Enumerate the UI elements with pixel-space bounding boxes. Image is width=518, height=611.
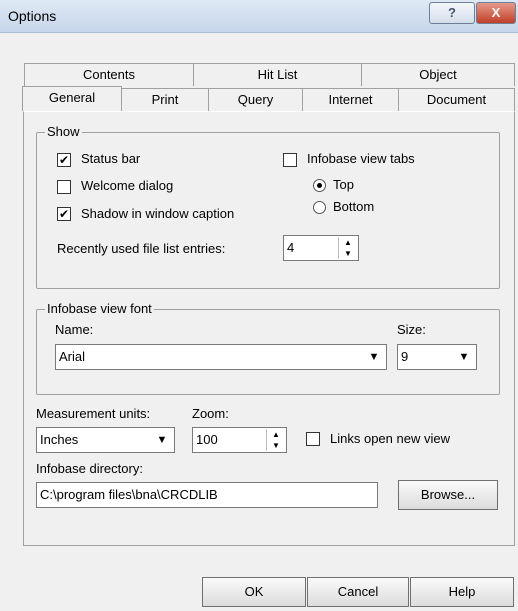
- font-name-label: Name:: [55, 322, 94, 337]
- tab-document[interactable]: Document: [398, 88, 515, 111]
- help-icon[interactable]: ?: [429, 2, 475, 24]
- close-icon[interactable]: X: [476, 2, 516, 24]
- tab-query[interactable]: Query: [208, 88, 303, 111]
- zoom-value: 100: [196, 432, 218, 447]
- chevron-down-icon[interactable]: ▼: [364, 347, 384, 367]
- font-size-dropdown[interactable]: 9 ▼: [397, 344, 477, 370]
- help-button[interactable]: Help: [410, 577, 514, 607]
- zoom-spinner[interactable]: 100 ▲ ▼: [192, 427, 287, 453]
- font-size-label: Size:: [397, 322, 426, 337]
- font-name-value: Arial: [59, 349, 86, 364]
- spin-down-icon[interactable]: ▼: [267, 440, 285, 451]
- chevron-down-icon[interactable]: ▼: [454, 347, 474, 367]
- status-bar-checkbox[interactable]: ✔: [57, 153, 71, 167]
- zoom-label: Zoom:: [192, 406, 229, 421]
- recent-files-label: Recently used file list entries:: [57, 241, 226, 256]
- bottom-radio-label: Bottom: [333, 199, 375, 214]
- radio-selected-dot: [317, 183, 322, 188]
- font-legend: Infobase view font: [45, 301, 154, 316]
- tab-print[interactable]: Print: [121, 88, 209, 111]
- tab-internet[interactable]: Internet: [302, 88, 399, 111]
- shadow-label: Shadow in window caption: [81, 206, 235, 221]
- font-size-value: 9: [401, 349, 409, 364]
- show-group: Show ✔ Status bar Welcome dialog ✔ Shado…: [36, 124, 500, 289]
- tab-object[interactable]: Object: [361, 63, 515, 86]
- tab-hit-list[interactable]: Hit List: [193, 63, 362, 86]
- directory-value: C:\program files\bna\CRCDLIB: [40, 487, 218, 502]
- chevron-down-icon[interactable]: ▼: [152, 430, 172, 450]
- bottom-radio[interactable]: [313, 201, 326, 214]
- links-new-view-checkbox[interactable]: [306, 432, 320, 446]
- units-label: Measurement units:: [36, 406, 151, 421]
- directory-input[interactable]: C:\program files\bna\CRCDLIB: [36, 482, 378, 508]
- infobase-tabs-checkbox[interactable]: [283, 153, 297, 167]
- units-dropdown[interactable]: Inches ▼: [36, 427, 175, 453]
- directory-label: Infobase directory:: [36, 461, 143, 476]
- show-legend: Show: [45, 124, 82, 139]
- spin-up-icon[interactable]: ▲: [267, 429, 285, 440]
- browse-button[interactable]: Browse...: [398, 480, 498, 510]
- top-radio-label: Top: [333, 177, 354, 192]
- recent-files-spin-buttons[interactable]: ▲ ▼: [338, 237, 357, 259]
- tab-general[interactable]: General: [22, 86, 122, 111]
- title-bar: Options ? X: [0, 0, 518, 33]
- welcome-dialog-label: Welcome dialog: [81, 178, 174, 193]
- infobase-tabs-label: Infobase view tabs: [307, 151, 415, 166]
- cancel-button[interactable]: Cancel: [307, 577, 409, 607]
- zoom-spin-buttons[interactable]: ▲ ▼: [266, 429, 285, 451]
- shadow-checkbox[interactable]: ✔: [57, 207, 71, 221]
- ok-button[interactable]: OK: [202, 577, 306, 607]
- recent-files-spinner[interactable]: 4 ▲ ▼: [283, 235, 359, 261]
- spin-up-icon[interactable]: ▲: [339, 237, 357, 248]
- links-new-view-label: Links open new view: [330, 431, 450, 446]
- status-bar-label: Status bar: [81, 151, 141, 166]
- tab-contents[interactable]: Contents: [24, 63, 194, 86]
- window-title: Options: [8, 8, 57, 24]
- recent-files-value: 4: [287, 240, 295, 255]
- general-panel: Show ✔ Status bar Welcome dialog ✔ Shado…: [23, 111, 515, 546]
- units-value: Inches: [40, 432, 79, 447]
- font-group: Infobase view font Name: Size: Arial ▼ 9…: [36, 301, 500, 395]
- font-name-dropdown[interactable]: Arial ▼: [55, 344, 387, 370]
- welcome-dialog-checkbox[interactable]: [57, 180, 71, 194]
- spin-down-icon[interactable]: ▼: [339, 248, 357, 259]
- options-dialog: Contents Hit List Object General Print Q…: [0, 33, 518, 611]
- top-radio[interactable]: [313, 179, 326, 192]
